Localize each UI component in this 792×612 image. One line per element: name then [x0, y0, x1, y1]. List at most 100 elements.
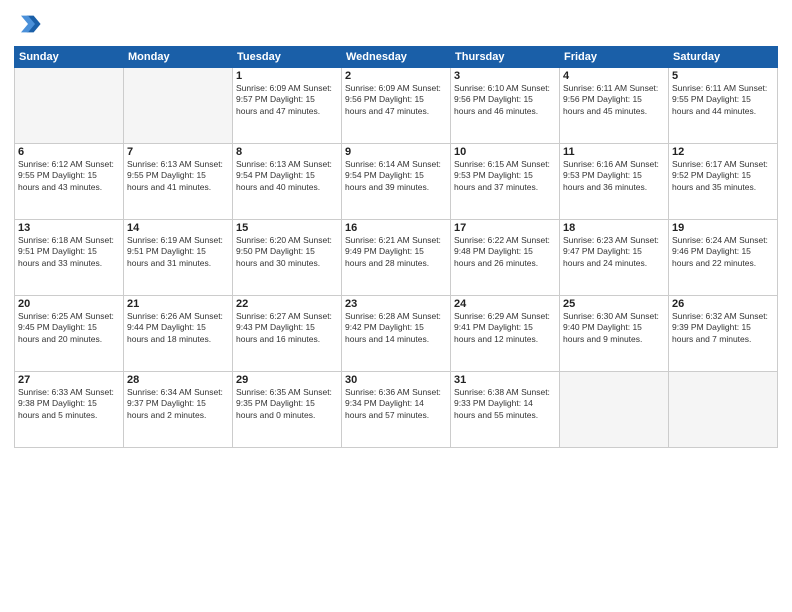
day-info: Sunrise: 6:13 AM Sunset: 9:54 PM Dayligh… — [236, 159, 338, 193]
day-cell: 21Sunrise: 6:26 AM Sunset: 9:44 PM Dayli… — [124, 296, 233, 372]
header — [14, 10, 778, 38]
day-info: Sunrise: 6:09 AM Sunset: 9:56 PM Dayligh… — [345, 83, 447, 117]
day-info: Sunrise: 6:18 AM Sunset: 9:51 PM Dayligh… — [18, 235, 120, 269]
day-info: Sunrise: 6:27 AM Sunset: 9:43 PM Dayligh… — [236, 311, 338, 345]
day-info: Sunrise: 6:28 AM Sunset: 9:42 PM Dayligh… — [345, 311, 447, 345]
day-info: Sunrise: 6:30 AM Sunset: 9:40 PM Dayligh… — [563, 311, 665, 345]
day-number: 27 — [18, 374, 120, 386]
page: SundayMondayTuesdayWednesdayThursdayFrid… — [0, 0, 792, 612]
day-cell — [669, 372, 778, 448]
day-number: 29 — [236, 374, 338, 386]
day-info: Sunrise: 6:14 AM Sunset: 9:54 PM Dayligh… — [345, 159, 447, 193]
day-cell: 7Sunrise: 6:13 AM Sunset: 9:55 PM Daylig… — [124, 144, 233, 220]
day-cell: 25Sunrise: 6:30 AM Sunset: 9:40 PM Dayli… — [560, 296, 669, 372]
day-cell: 22Sunrise: 6:27 AM Sunset: 9:43 PM Dayli… — [233, 296, 342, 372]
day-number: 15 — [236, 222, 338, 234]
day-number: 2 — [345, 70, 447, 82]
calendar-table: SundayMondayTuesdayWednesdayThursdayFrid… — [14, 46, 778, 448]
day-info: Sunrise: 6:11 AM Sunset: 9:55 PM Dayligh… — [672, 83, 774, 117]
day-cell: 4Sunrise: 6:11 AM Sunset: 9:56 PM Daylig… — [560, 68, 669, 144]
day-cell: 20Sunrise: 6:25 AM Sunset: 9:45 PM Dayli… — [15, 296, 124, 372]
day-cell: 19Sunrise: 6:24 AM Sunset: 9:46 PM Dayli… — [669, 220, 778, 296]
day-info: Sunrise: 6:35 AM Sunset: 9:35 PM Dayligh… — [236, 387, 338, 421]
day-number: 3 — [454, 70, 556, 82]
day-info: Sunrise: 6:16 AM Sunset: 9:53 PM Dayligh… — [563, 159, 665, 193]
col-header-wednesday: Wednesday — [342, 47, 451, 68]
week-row-3: 20Sunrise: 6:25 AM Sunset: 9:45 PM Dayli… — [15, 296, 778, 372]
day-cell: 30Sunrise: 6:36 AM Sunset: 9:34 PM Dayli… — [342, 372, 451, 448]
col-header-sunday: Sunday — [15, 47, 124, 68]
day-cell: 3Sunrise: 6:10 AM Sunset: 9:56 PM Daylig… — [451, 68, 560, 144]
day-number: 16 — [345, 222, 447, 234]
logo — [14, 10, 46, 38]
day-number: 6 — [18, 146, 120, 158]
day-cell: 16Sunrise: 6:21 AM Sunset: 9:49 PM Dayli… — [342, 220, 451, 296]
day-number: 7 — [127, 146, 229, 158]
logo-icon — [14, 10, 42, 38]
day-info: Sunrise: 6:12 AM Sunset: 9:55 PM Dayligh… — [18, 159, 120, 193]
day-cell: 5Sunrise: 6:11 AM Sunset: 9:55 PM Daylig… — [669, 68, 778, 144]
day-number: 31 — [454, 374, 556, 386]
day-cell: 11Sunrise: 6:16 AM Sunset: 9:53 PM Dayli… — [560, 144, 669, 220]
day-number: 9 — [345, 146, 447, 158]
day-number: 22 — [236, 298, 338, 310]
day-info: Sunrise: 6:38 AM Sunset: 9:33 PM Dayligh… — [454, 387, 556, 421]
day-info: Sunrise: 6:13 AM Sunset: 9:55 PM Dayligh… — [127, 159, 229, 193]
week-row-2: 13Sunrise: 6:18 AM Sunset: 9:51 PM Dayli… — [15, 220, 778, 296]
day-cell: 6Sunrise: 6:12 AM Sunset: 9:55 PM Daylig… — [15, 144, 124, 220]
day-cell — [15, 68, 124, 144]
day-number: 13 — [18, 222, 120, 234]
day-number: 18 — [563, 222, 665, 234]
day-number: 8 — [236, 146, 338, 158]
day-cell: 27Sunrise: 6:33 AM Sunset: 9:38 PM Dayli… — [15, 372, 124, 448]
day-number: 14 — [127, 222, 229, 234]
day-info: Sunrise: 6:11 AM Sunset: 9:56 PM Dayligh… — [563, 83, 665, 117]
calendar-header-row: SundayMondayTuesdayWednesdayThursdayFrid… — [15, 47, 778, 68]
day-info: Sunrise: 6:34 AM Sunset: 9:37 PM Dayligh… — [127, 387, 229, 421]
day-number: 28 — [127, 374, 229, 386]
col-header-friday: Friday — [560, 47, 669, 68]
day-info: Sunrise: 6:26 AM Sunset: 9:44 PM Dayligh… — [127, 311, 229, 345]
week-row-4: 27Sunrise: 6:33 AM Sunset: 9:38 PM Dayli… — [15, 372, 778, 448]
day-info: Sunrise: 6:29 AM Sunset: 9:41 PM Dayligh… — [454, 311, 556, 345]
day-info: Sunrise: 6:17 AM Sunset: 9:52 PM Dayligh… — [672, 159, 774, 193]
day-number: 20 — [18, 298, 120, 310]
day-number: 11 — [563, 146, 665, 158]
day-cell — [124, 68, 233, 144]
day-info: Sunrise: 6:36 AM Sunset: 9:34 PM Dayligh… — [345, 387, 447, 421]
day-number: 25 — [563, 298, 665, 310]
day-cell: 17Sunrise: 6:22 AM Sunset: 9:48 PM Dayli… — [451, 220, 560, 296]
day-cell — [560, 372, 669, 448]
day-info: Sunrise: 6:09 AM Sunset: 9:57 PM Dayligh… — [236, 83, 338, 117]
day-info: Sunrise: 6:25 AM Sunset: 9:45 PM Dayligh… — [18, 311, 120, 345]
day-cell: 26Sunrise: 6:32 AM Sunset: 9:39 PM Dayli… — [669, 296, 778, 372]
day-cell: 10Sunrise: 6:15 AM Sunset: 9:53 PM Dayli… — [451, 144, 560, 220]
day-cell: 18Sunrise: 6:23 AM Sunset: 9:47 PM Dayli… — [560, 220, 669, 296]
day-cell: 13Sunrise: 6:18 AM Sunset: 9:51 PM Dayli… — [15, 220, 124, 296]
day-number: 30 — [345, 374, 447, 386]
col-header-tuesday: Tuesday — [233, 47, 342, 68]
day-info: Sunrise: 6:24 AM Sunset: 9:46 PM Dayligh… — [672, 235, 774, 269]
day-number: 1 — [236, 70, 338, 82]
day-number: 26 — [672, 298, 774, 310]
day-number: 23 — [345, 298, 447, 310]
day-cell: 2Sunrise: 6:09 AM Sunset: 9:56 PM Daylig… — [342, 68, 451, 144]
day-cell: 24Sunrise: 6:29 AM Sunset: 9:41 PM Dayli… — [451, 296, 560, 372]
day-info: Sunrise: 6:20 AM Sunset: 9:50 PM Dayligh… — [236, 235, 338, 269]
day-cell: 31Sunrise: 6:38 AM Sunset: 9:33 PM Dayli… — [451, 372, 560, 448]
day-info: Sunrise: 6:21 AM Sunset: 9:49 PM Dayligh… — [345, 235, 447, 269]
day-info: Sunrise: 6:10 AM Sunset: 9:56 PM Dayligh… — [454, 83, 556, 117]
day-number: 24 — [454, 298, 556, 310]
day-info: Sunrise: 6:19 AM Sunset: 9:51 PM Dayligh… — [127, 235, 229, 269]
day-cell: 1Sunrise: 6:09 AM Sunset: 9:57 PM Daylig… — [233, 68, 342, 144]
week-row-1: 6Sunrise: 6:12 AM Sunset: 9:55 PM Daylig… — [15, 144, 778, 220]
day-cell: 29Sunrise: 6:35 AM Sunset: 9:35 PM Dayli… — [233, 372, 342, 448]
day-info: Sunrise: 6:15 AM Sunset: 9:53 PM Dayligh… — [454, 159, 556, 193]
day-info: Sunrise: 6:22 AM Sunset: 9:48 PM Dayligh… — [454, 235, 556, 269]
day-cell: 8Sunrise: 6:13 AM Sunset: 9:54 PM Daylig… — [233, 144, 342, 220]
col-header-saturday: Saturday — [669, 47, 778, 68]
day-number: 5 — [672, 70, 774, 82]
day-number: 17 — [454, 222, 556, 234]
day-number: 19 — [672, 222, 774, 234]
day-number: 21 — [127, 298, 229, 310]
